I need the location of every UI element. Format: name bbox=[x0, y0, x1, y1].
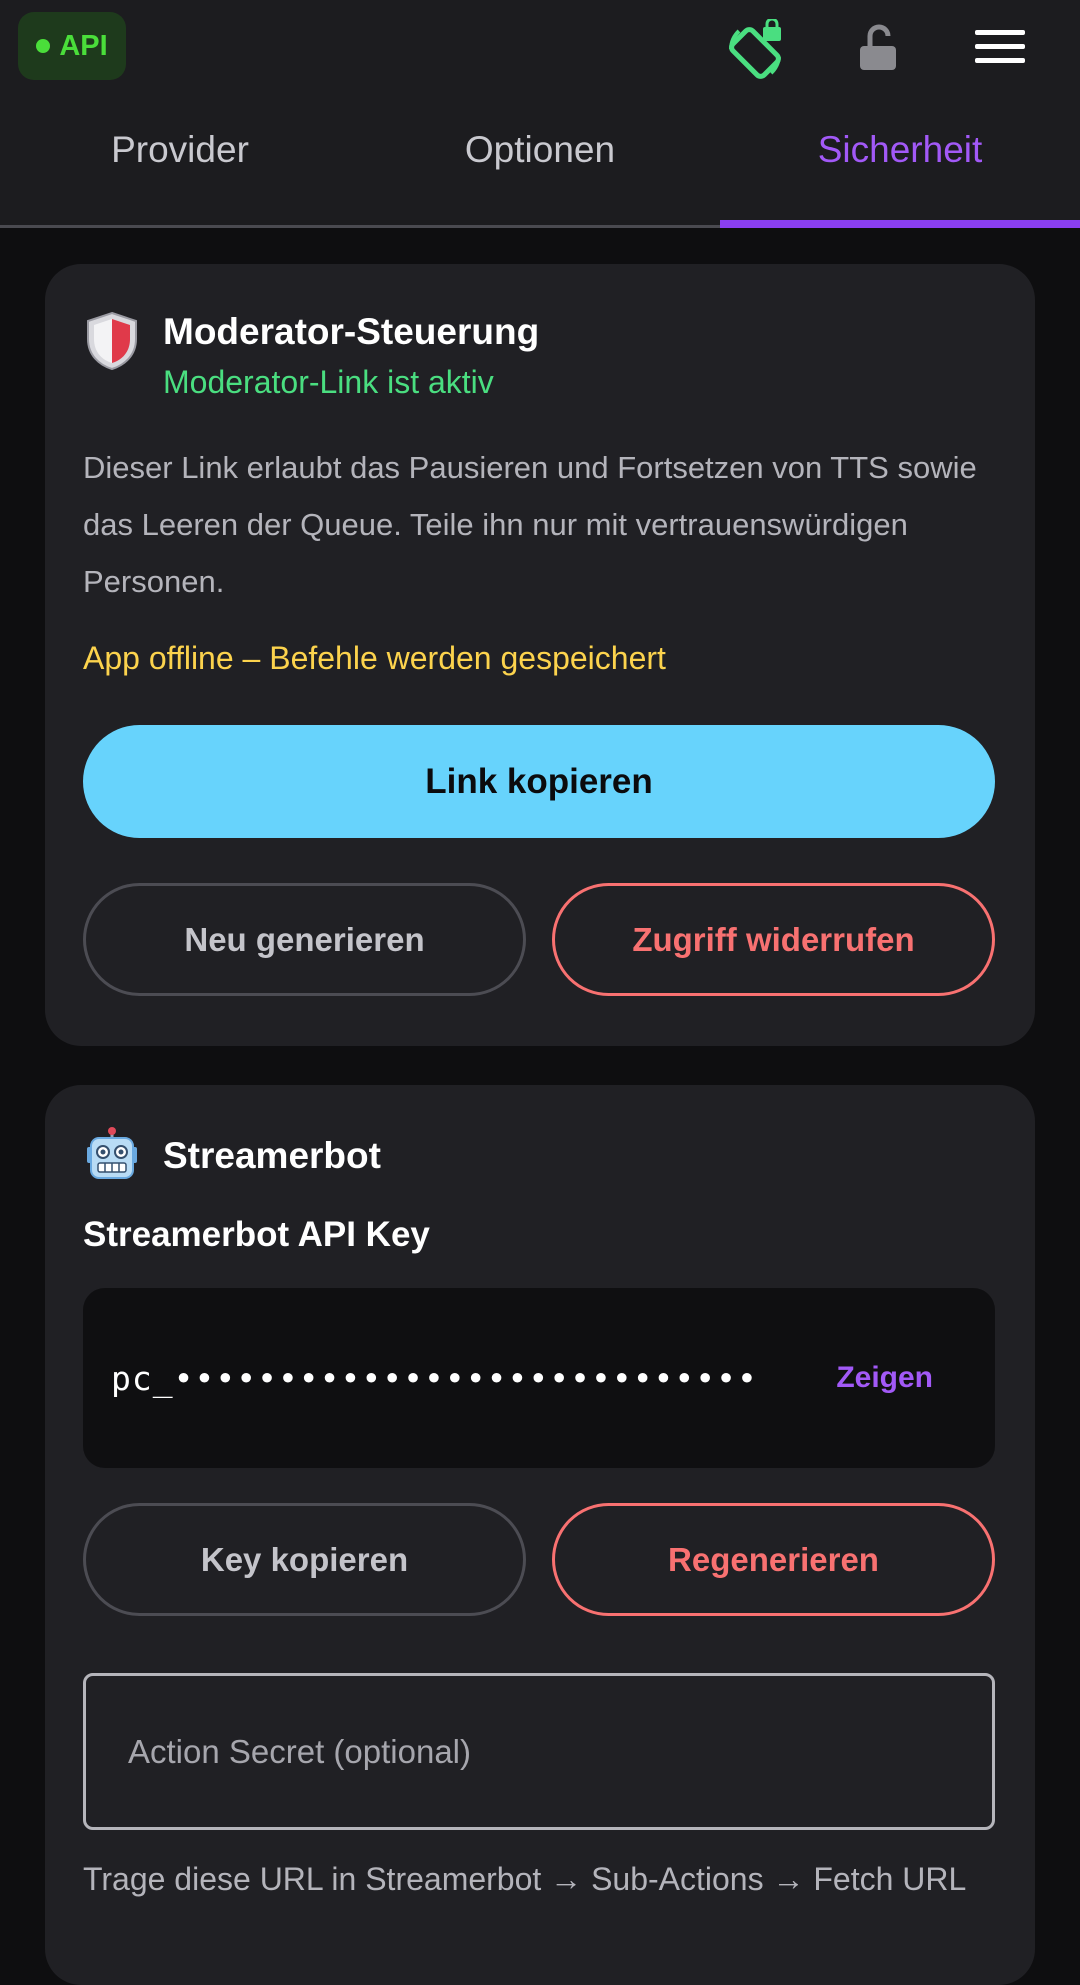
tab-optionen[interactable]: Optionen bbox=[360, 100, 720, 228]
unlocked-padlock-icon[interactable] bbox=[850, 20, 906, 76]
active-tab-indicator bbox=[720, 220, 1080, 228]
api-badge-label: API bbox=[59, 29, 108, 62]
api-key-field[interactable]: pc_•••••••••••••••••••••••••••• Zeigen bbox=[83, 1288, 995, 1468]
tab-provider[interactable]: Provider bbox=[0, 100, 360, 228]
copy-key-button[interactable]: Key kopieren bbox=[83, 1503, 526, 1616]
robot-icon bbox=[83, 1125, 141, 1187]
api-key-value: pc_•••••••••••••••••••••••••••• bbox=[111, 1358, 758, 1398]
copy-link-button[interactable]: Link kopieren bbox=[83, 725, 995, 838]
show-key-button[interactable]: Zeigen bbox=[836, 1288, 933, 1468]
moderator-status: Moderator-Link ist aktiv bbox=[163, 364, 494, 401]
shield-icon bbox=[83, 310, 141, 372]
action-secret-input[interactable]: Action Secret (optional) bbox=[83, 1673, 995, 1830]
streamerbot-card: Streamerbot Streamerbot API Key pc_•••••… bbox=[45, 1085, 1035, 1985]
streamerbot-title: Streamerbot bbox=[163, 1134, 381, 1176]
status-dot-icon bbox=[36, 39, 51, 53]
api-key-label: Streamerbot API Key bbox=[83, 1215, 430, 1254]
top-bar: API bbox=[0, 0, 1080, 100]
streamerbot-card-header: Streamerbot bbox=[83, 1125, 381, 1187]
moderator-title: Moderator-Steuerung bbox=[163, 311, 540, 352]
moderator-description: Dieser Link erlaubt das Pausieren und Fo… bbox=[83, 450, 977, 599]
screen-rotation-lock-icon[interactable] bbox=[722, 14, 792, 84]
moderator-card-header: Moderator-Steuerung Moderator-Link ist a… bbox=[83, 310, 539, 401]
offline-warning: App offline – Befehle werden gespeichert bbox=[83, 640, 666, 676]
hamburger-menu-icon[interactable] bbox=[970, 22, 1030, 72]
regenerate-link-button[interactable]: Neu generieren bbox=[83, 883, 526, 996]
moderator-control-card: Moderator-Steuerung Moderator-Link ist a… bbox=[45, 264, 1035, 1046]
regenerate-key-button[interactable]: Regenerieren bbox=[552, 1503, 995, 1616]
revoke-access-button[interactable]: Zugriff widerrufen bbox=[552, 883, 995, 996]
fetch-url-hint: Trage diese URL in Streamerbot → Sub-Act… bbox=[83, 1861, 967, 1897]
tab-bar: Provider Optionen Sicherheit bbox=[0, 100, 1080, 228]
tab-sicherheit[interactable]: Sicherheit bbox=[720, 100, 1080, 228]
api-status-badge[interactable]: API bbox=[18, 12, 126, 80]
